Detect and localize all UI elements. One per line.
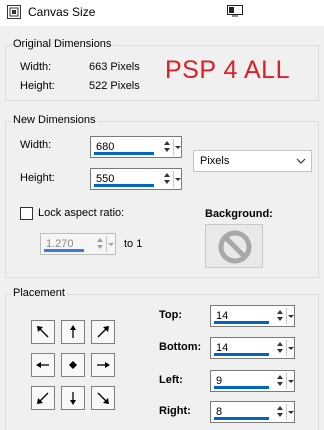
- arrow-down-left-icon: [37, 392, 49, 404]
- width-input[interactable]: 680: [90, 136, 182, 158]
- original-height-label: Height:: [20, 80, 55, 92]
- left-offset-bar[interactable]: [214, 386, 269, 389]
- new-width-label: Width:: [20, 139, 52, 151]
- spin-up-icon[interactable]: [164, 141, 170, 145]
- spin-up-icon[interactable]: [277, 375, 283, 379]
- width-slider-bar[interactable]: [94, 152, 154, 155]
- monitor-icon[interactable]: [227, 5, 243, 17]
- spin-down-icon[interactable]: [164, 180, 170, 184]
- top-slider-dropdown[interactable]: [286, 308, 294, 324]
- arrow-down-right-icon: [97, 392, 109, 404]
- right-offset-input[interactable]: 8: [210, 401, 295, 423]
- top-offset-input[interactable]: 14: [210, 305, 295, 327]
- original-width-value: 663 Pixels: [89, 61, 140, 73]
- ratio-suffix: to 1: [124, 238, 143, 250]
- right-spin-buttons[interactable]: [276, 404, 285, 420]
- spin-down-icon[interactable]: [277, 413, 283, 417]
- height-slider-bar[interactable]: [94, 184, 154, 187]
- arrow-up-right-icon: [97, 326, 109, 338]
- title-bar: Canvas Size: [0, 0, 324, 26]
- anchor-top-button[interactable]: [61, 320, 85, 344]
- background-label: Background:: [205, 208, 273, 220]
- original-dimensions-label: Original Dimensions: [11, 38, 114, 50]
- lock-aspect-checkbox[interactable]: [20, 207, 33, 220]
- spin-down-icon[interactable]: [277, 382, 283, 386]
- arrow-right-icon: [97, 362, 110, 368]
- units-select[interactable]: Pixels: [193, 150, 312, 172]
- spin-down-icon[interactable]: [277, 349, 283, 353]
- spin-up-icon[interactable]: [277, 342, 283, 346]
- width-slider-dropdown[interactable]: [173, 139, 181, 155]
- aspect-ratio-bar: [44, 249, 84, 252]
- aspect-ratio-input[interactable]: 1.270: [40, 233, 116, 255]
- psp-icon: [7, 5, 21, 19]
- chevron-down-icon: [296, 158, 306, 164]
- height-input[interactable]: 550: [90, 168, 182, 190]
- height-spin-buttons[interactable]: [163, 171, 172, 187]
- left-slider-dropdown[interactable]: [286, 373, 294, 389]
- anchor-bottom-left-button[interactable]: [31, 386, 55, 410]
- new-dimensions-label: New Dimensions: [11, 114, 98, 126]
- spin-down-icon[interactable]: [97, 245, 103, 249]
- anchor-bottom-right-button[interactable]: [91, 386, 115, 410]
- width-spin-buttons[interactable]: [163, 139, 172, 155]
- original-height-value: 522 Pixels: [89, 80, 140, 92]
- spin-up-icon[interactable]: [97, 238, 103, 242]
- height-slider-dropdown[interactable]: [173, 171, 181, 187]
- spin-down-icon[interactable]: [164, 148, 170, 152]
- window-title: Canvas Size: [28, 5, 96, 19]
- arrow-down-icon: [70, 392, 76, 405]
- right-offset-bar[interactable]: [214, 417, 269, 420]
- bottom-offset-bar[interactable]: [214, 353, 269, 356]
- top-spin-buttons[interactable]: [276, 308, 285, 324]
- new-height-label: Height:: [20, 172, 55, 184]
- left-spin-buttons[interactable]: [276, 373, 285, 389]
- lock-aspect-label[interactable]: Lock aspect ratio:: [38, 207, 124, 219]
- diamond-icon: [69, 361, 77, 369]
- anchor-top-right-button[interactable]: [91, 320, 115, 344]
- anchor-top-left-button[interactable]: [31, 320, 55, 344]
- watermark-text: PSP 4 ALL: [165, 56, 290, 84]
- top-offset-bar[interactable]: [214, 321, 269, 324]
- placement-label: Placement: [11, 287, 67, 299]
- spin-down-icon[interactable]: [277, 317, 283, 321]
- no-color-icon: [218, 230, 252, 264]
- right-slider-dropdown[interactable]: [286, 404, 294, 420]
- anchor-left-button[interactable]: [31, 353, 55, 377]
- spin-up-icon[interactable]: [277, 310, 283, 314]
- left-offset-label: Left:: [159, 374, 183, 386]
- arrow-left-icon: [36, 362, 49, 368]
- anchor-center-button[interactable]: [61, 353, 85, 377]
- original-width-label: Width:: [20, 61, 52, 73]
- bottom-slider-dropdown[interactable]: [286, 340, 294, 356]
- right-offset-label: Right:: [159, 405, 191, 417]
- spin-up-icon[interactable]: [164, 173, 170, 177]
- anchor-right-button[interactable]: [91, 353, 115, 377]
- top-offset-label: Top:: [159, 309, 183, 321]
- spin-up-icon[interactable]: [277, 406, 283, 410]
- aspect-slider-dropdown[interactable]: [106, 236, 114, 252]
- background-color-swatch[interactable]: [205, 224, 263, 268]
- anchor-bottom-button[interactable]: [61, 386, 85, 410]
- units-selected-value: Pixels: [200, 155, 230, 167]
- bottom-spin-buttons[interactable]: [276, 340, 285, 356]
- aspect-spin-buttons[interactable]: [96, 236, 105, 252]
- arrow-up-left-icon: [37, 326, 49, 338]
- bottom-offset-input[interactable]: 14: [210, 337, 295, 359]
- bottom-offset-label: Bottom:: [159, 341, 202, 353]
- arrow-up-icon: [70, 325, 76, 338]
- left-offset-input[interactable]: 9: [210, 370, 295, 392]
